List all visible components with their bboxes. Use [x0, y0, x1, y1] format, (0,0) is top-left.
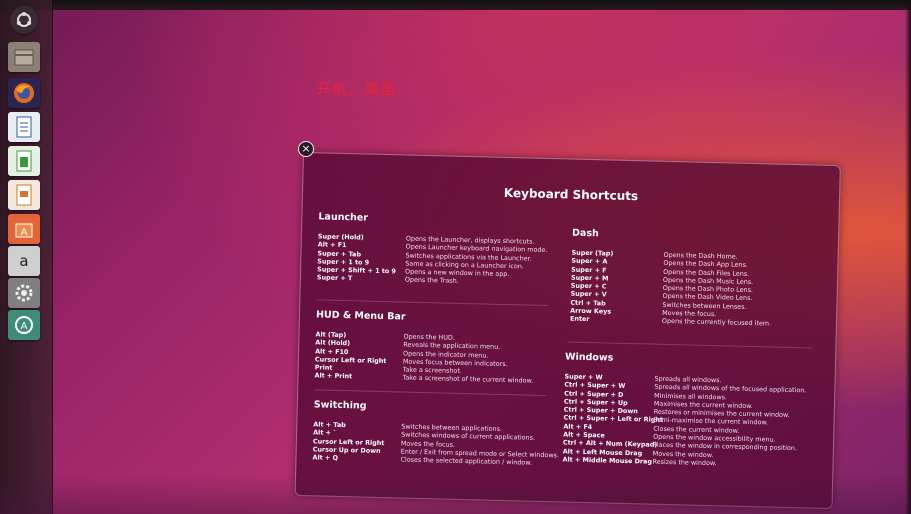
updater-icon[interactable]: A [8, 310, 40, 340]
writer-icon[interactable] [8, 112, 40, 142]
calc-icon[interactable] [8, 146, 40, 176]
section-title: Launcher [318, 211, 369, 224]
section-title: HUD & Menu Bar [315, 309, 406, 323]
files-icon[interactable] [8, 42, 40, 72]
section-hud: HUD & Menu Bar Alt (Tap) Opens the HUD. A… [314, 309, 534, 385]
shortcut-list: Alt + Tab Switches between applications. … [312, 420, 559, 467]
launcher-bar: A a A [0, 0, 53, 514]
shortcut-list: Super (Tap) Opens the Dash Home. Super + … [570, 249, 773, 329]
svg-text:a: a [19, 252, 28, 270]
shortcut-desc: Opens the Trash. [404, 276, 459, 286]
section-title: Windows [564, 351, 614, 364]
amazon-icon[interactable]: a [8, 246, 40, 276]
keyboard-shortcuts-overlay: Keyboard Shortcuts Launcher Super (Hold)… [294, 152, 841, 510]
software-icon[interactable]: A [8, 214, 40, 244]
ubuntu-dash-icon[interactable] [10, 6, 38, 34]
svg-text:A: A [21, 227, 28, 238]
section-switching: Switching Alt + Tab Switches between appl… [312, 399, 560, 467]
overlay-title: Keyboard Shortcuts [503, 185, 639, 204]
section-divider [316, 299, 549, 307]
shortcut-keys: Enter [569, 314, 590, 324]
shortcut-desc: Resizes the window. [652, 457, 717, 468]
section-title: Dash [571, 227, 599, 240]
settings-icon[interactable] [8, 278, 40, 308]
section-divider [314, 389, 547, 397]
shortcut-keys: Alt + Print [314, 371, 353, 381]
bottom-shade [0, 474, 911, 514]
top-bezel [0, 0, 911, 10]
section-dash: Dash Super (Tap) Opens the Dash Home. Sup… [570, 228, 773, 329]
close-overlay-button[interactable]: × [298, 141, 314, 157]
section-launcher: Launcher Super (Hold) Opens the Launcher,… [317, 211, 548, 287]
shortcut-keys: Super + T [316, 273, 353, 283]
shortcut-desc: Opens the currently focused item. [661, 317, 772, 328]
shortcut-list: Alt (Tap) Opens the HUD. Alt (Hold) Reveal… [314, 330, 534, 385]
shortcut-list: Super + W Spreads all windows. Ctrl + Sup… [562, 372, 806, 469]
shortcut-keys: Alt + Q [312, 453, 339, 463]
shortcut-list: Super (Hold) Opens the Launcher, displays… [317, 232, 548, 287]
right-bezel [905, 0, 911, 514]
svg-text:A: A [21, 321, 28, 332]
shortcut-keys: Alt + Middle Mouse Drag [562, 455, 653, 466]
desktop-note: 开机，桌面 [316, 80, 397, 98]
shortcut-desc: Take a screenshot of the current window. [402, 373, 534, 386]
section-divider [567, 341, 812, 349]
firefox-icon[interactable] [8, 78, 40, 108]
impress-icon[interactable] [8, 180, 40, 210]
section-windows: Windows Super + W Spreads all windows. Ct… [562, 351, 807, 469]
section-title: Switching [313, 399, 367, 412]
